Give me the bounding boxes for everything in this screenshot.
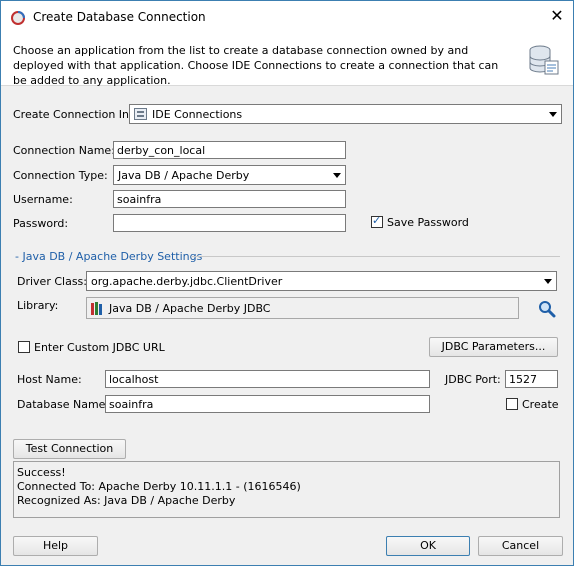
connection-name-field[interactable] — [113, 141, 346, 159]
library-label: Library: — [17, 299, 59, 312]
connection-name-label: Connection Name: — [13, 144, 115, 157]
create-in-label: Create Connection In: — [13, 108, 133, 121]
driver-class-value: org.apache.derby.jdbc.ClientDriver — [91, 275, 283, 288]
connection-type-label: Connection Type: — [13, 169, 108, 182]
app-logo-icon — [11, 11, 25, 25]
create-in-value: IDE Connections — [152, 108, 243, 121]
close-icon[interactable]: ✕ — [545, 5, 569, 27]
jdbc-port-label: JDBC Port: — [445, 373, 501, 386]
section-title[interactable]: - Java DB / Apache Derby Settings — [15, 250, 202, 263]
create-database-checkbox[interactable] — [506, 398, 518, 410]
dialog-header: Choose an application from the list to c… — [1, 31, 573, 87]
chevron-down-icon — [544, 279, 552, 284]
status-line: Success! — [17, 466, 66, 479]
create-in-dropdown[interactable]: IDE Connections — [129, 104, 562, 124]
password-field[interactable] — [113, 214, 346, 232]
library-books-icon — [91, 302, 102, 315]
username-label: Username: — [13, 193, 73, 206]
custom-jdbc-url-checkbox[interactable] — [18, 341, 30, 353]
database-name-label: Database Name: — [17, 398, 110, 411]
chevron-down-icon — [549, 112, 557, 117]
save-password-checkbox[interactable] — [371, 214, 383, 228]
driver-class-label: Driver Class: — [17, 275, 87, 288]
derby-settings-section: - Java DB / Apache Derby Settings — [13, 250, 560, 263]
jdbc-parameters-button[interactable]: JDBC Parameters... — [429, 337, 558, 357]
host-name-field[interactable] — [105, 370, 430, 388]
ide-connections-icon — [134, 108, 147, 120]
connection-status-area: Success! Connected To: Apache Derby 10.1… — [13, 461, 560, 518]
host-name-label: Host Name: — [17, 373, 82, 386]
database-name-field[interactable] — [105, 395, 430, 413]
custom-jdbc-url-label: Enter Custom JDBC URL — [34, 341, 165, 354]
cancel-button[interactable]: Cancel — [478, 536, 563, 556]
test-connection-button[interactable]: Test Connection — [13, 439, 126, 459]
connection-type-value: Java DB / Apache Derby — [118, 169, 250, 182]
save-password-label: Save Password — [387, 216, 469, 229]
window-title: Create Database Connection — [33, 10, 206, 24]
connection-type-dropdown[interactable]: Java DB / Apache Derby — [113, 165, 346, 185]
dialog-window: Create Database Connection ✕ Choose an a… — [0, 0, 574, 566]
status-line: Connected To: Apache Derby 10.11.1.1 - (… — [17, 480, 301, 493]
header-description: Choose an application from the list to c… — [13, 44, 499, 87]
create-database-label: Create — [522, 398, 559, 411]
help-button[interactable]: Help — [13, 536, 98, 556]
status-line: Recognized As: Java DB / Apache Derby — [17, 494, 236, 507]
database-icon — [529, 45, 559, 75]
library-value: Java DB / Apache Derby JDBC — [109, 302, 271, 315]
search-icon[interactable] — [538, 300, 556, 318]
chevron-down-icon — [333, 173, 341, 178]
password-label: Password: — [13, 217, 69, 230]
section-divider — [191, 256, 560, 257]
title-bar: Create Database Connection ✕ — [1, 1, 573, 31]
driver-class-dropdown[interactable]: org.apache.derby.jdbc.ClientDriver — [86, 271, 557, 291]
jdbc-port-field[interactable] — [505, 370, 558, 388]
username-field[interactable] — [113, 190, 346, 208]
ok-button[interactable]: OK — [386, 536, 470, 556]
library-field: Java DB / Apache Derby JDBC — [86, 297, 519, 319]
